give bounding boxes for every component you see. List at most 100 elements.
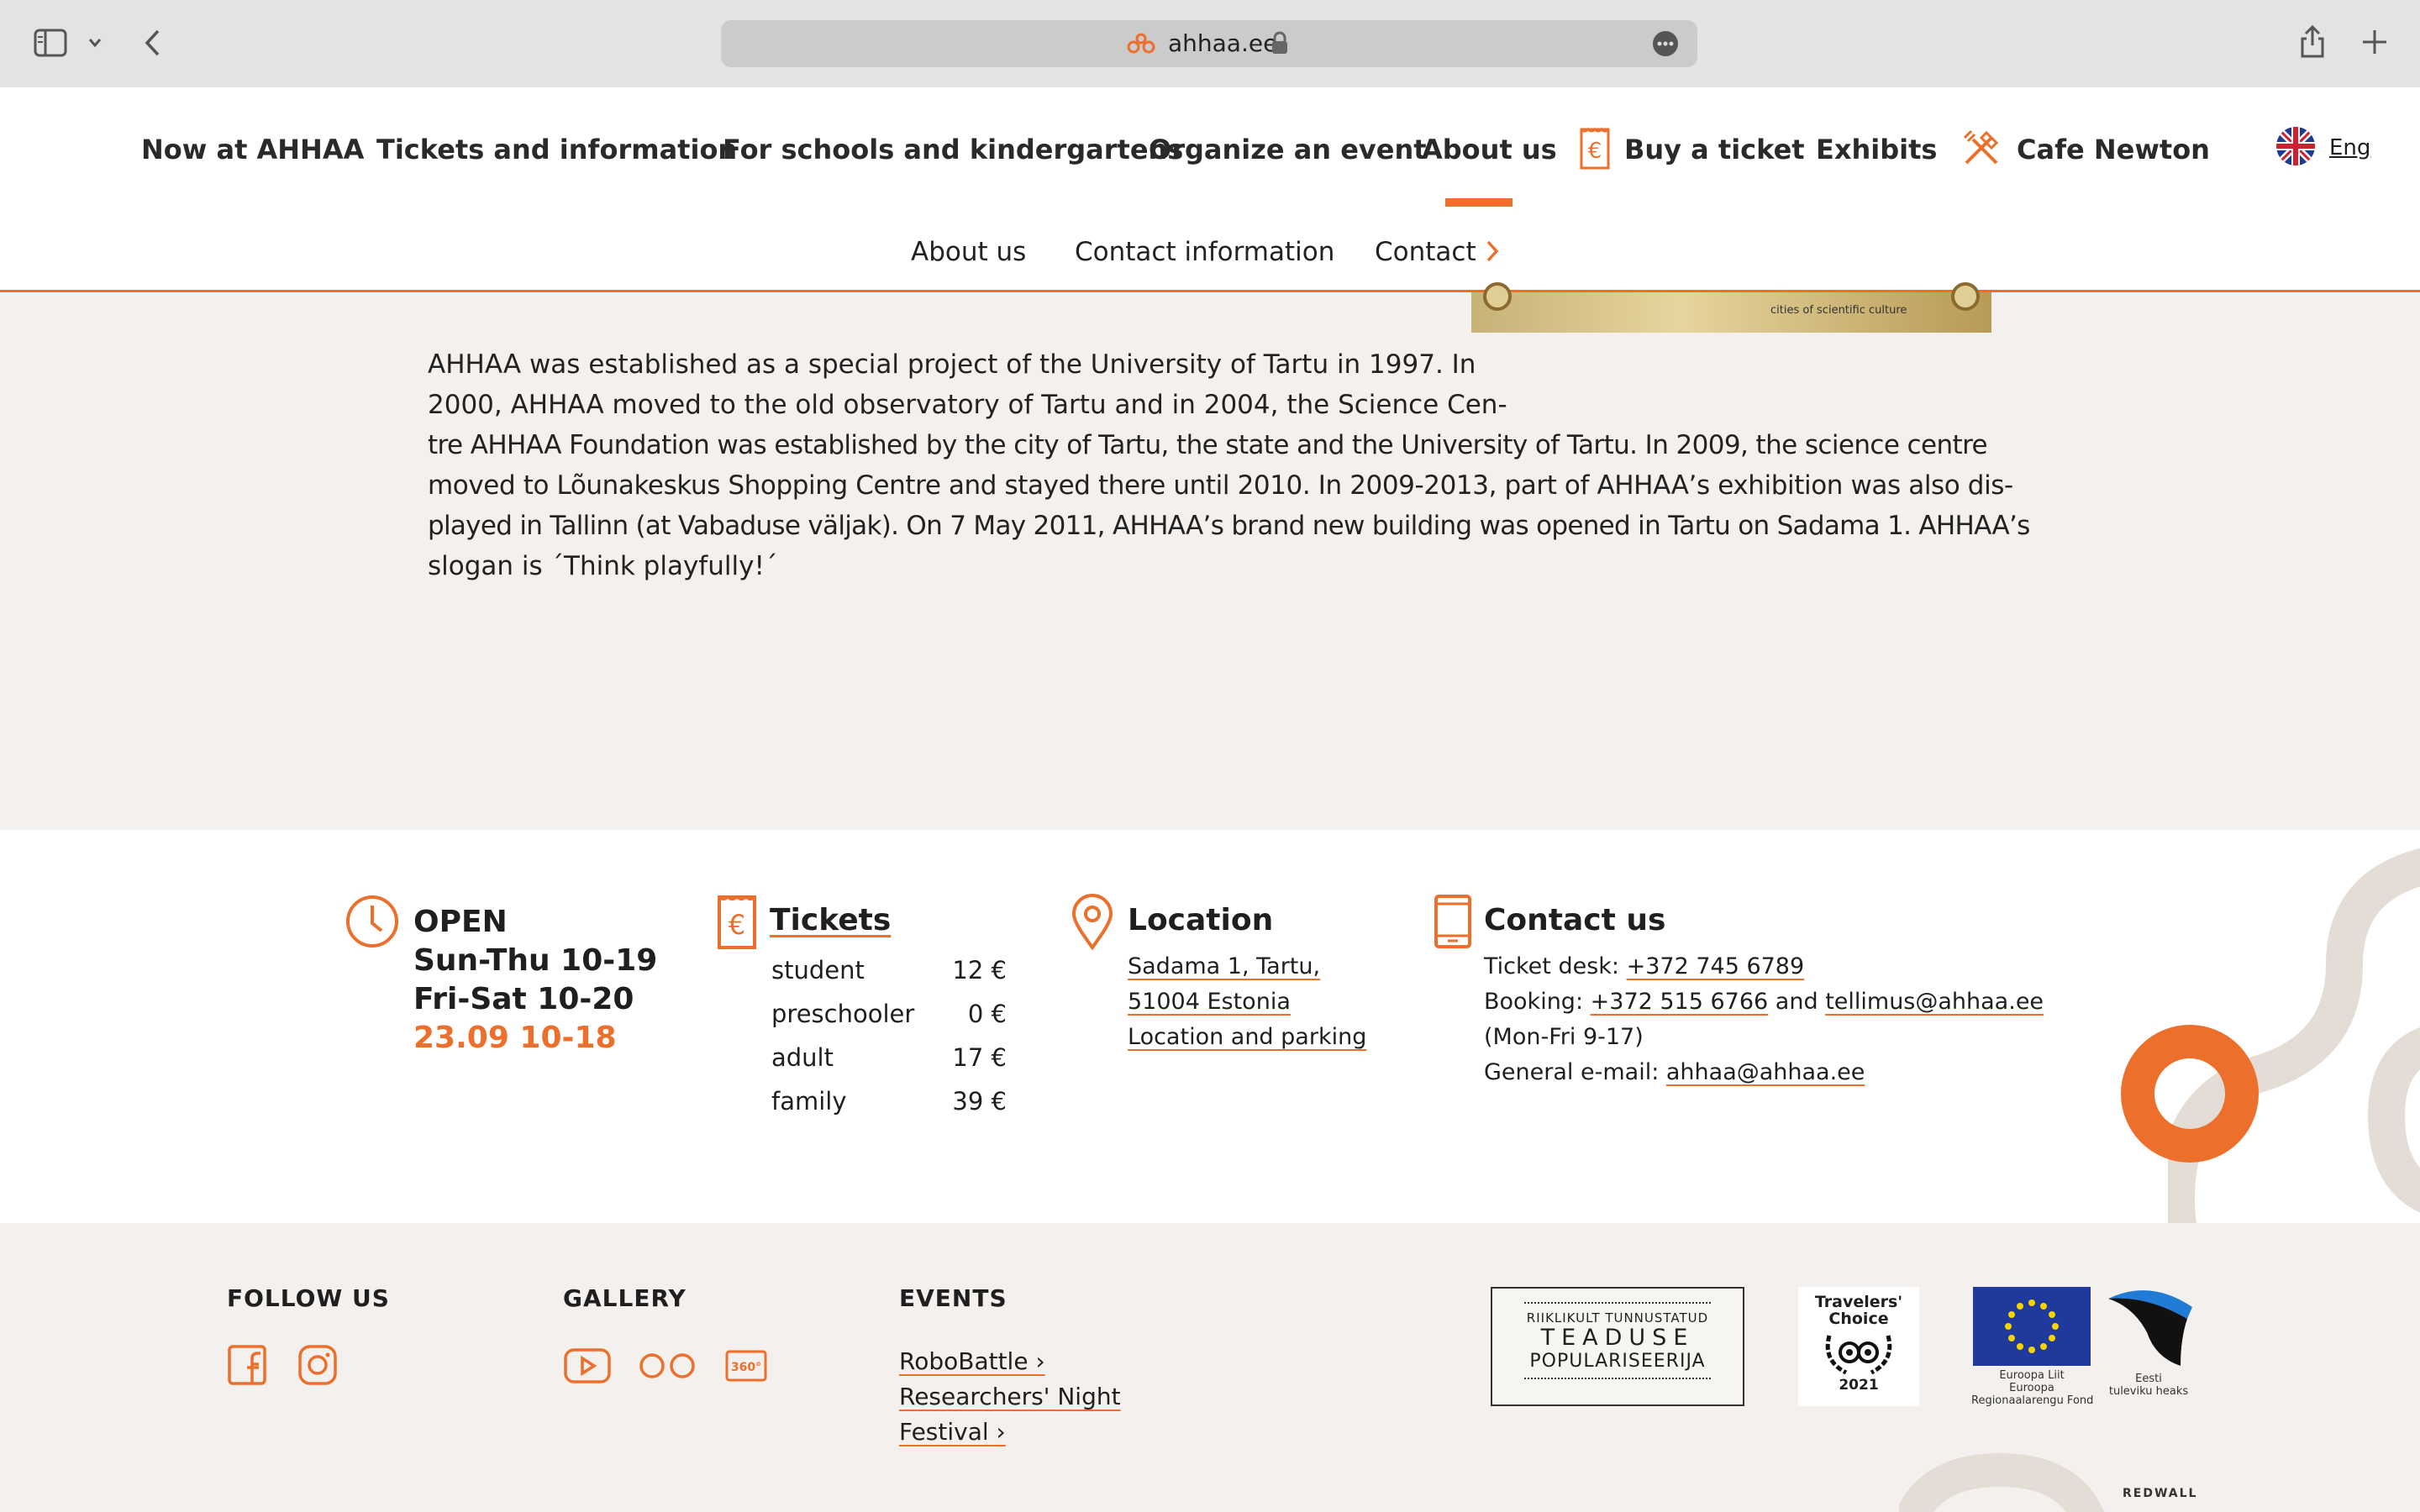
ticket-label: preschooler [771,1000,915,1028]
paragraph-line: 2000, AHHAA moved to the old observatory… [428,390,1507,420]
location-pin-icon [1071,894,1113,951]
ticket-price: 0 € [967,1000,1007,1028]
ticket-price: 12 € [952,956,1007,984]
eu-flag-icon [1973,1287,2091,1366]
sidebar-toggle-icon[interactable] [34,29,67,57]
address-line-2[interactable]: 51004 Estonia [1128,984,1291,1020]
travelers-choice-badge[interactable]: Travelers' Choice 2021 [1798,1287,1919,1406]
credit-text: REDWALL [2123,1487,2198,1500]
ticket-desk-phone-link[interactable]: +372 745 6789 [1627,953,1805,979]
decorative-wave-footer [1899,1452,2105,1512]
ticket-desk-label: Ticket desk: [1484,953,1627,979]
ticket-price-list: student 12 € preschooler 0 € adult 17 € fam… [771,953,1007,1127]
eu-line-1: Euroopa Liit [1999,1369,2065,1382]
location-and-parking-link[interactable]: Location and parking [1128,1020,1366,1055]
subnav-contact[interactable]: Contact [1375,235,1476,269]
ticket-label: family [771,1087,847,1116]
chevron-down-icon[interactable] [87,37,103,49]
open-hours-fri-sat: Fri-Sat 10-20 [413,982,634,1016]
events-heading: EVENTS [899,1284,1007,1312]
booking-email-link[interactable]: tellimus@ahhaa.ee [1825,989,2044,1015]
tripadvisor-owl-icon [1825,1335,1892,1375]
youtube-icon[interactable] [563,1347,612,1384]
banner-caption: cities of scientific culture [1770,304,1907,317]
ticket-price: 17 € [952,1043,1007,1072]
and-text: and [1768,989,1826,1015]
paragraph-line: played in Tallinn (at Vabaduse väljak). … [428,511,2030,541]
address-line-1[interactable]: Sadama 1, Tartu, [1128,949,1320,984]
ee-line-2: tuleviku heaks [2108,1385,2189,1398]
badge-line-2: TEADUSE [1540,1325,1695,1351]
ticket-row: student 12 € [771,953,1007,996]
nav-organize-event[interactable]: Organize an event [1149,133,1427,166]
tickets-link[interactable]: Tickets [770,902,891,939]
svg-text:€: € [1588,139,1602,164]
general-email-line: General e-mail: ahhaa@ahhaa.ee [1484,1055,1865,1090]
svg-text:€: € [729,909,745,941]
cafe-utensils-icon [1963,129,1999,165]
paragraph-line: slogan is ´Think playfully!´ [428,551,778,581]
ticket-row: preschooler 0 € [771,996,1007,1040]
ticket-row: family 39 € [771,1084,1007,1127]
open-special-date: 23.09 10-18 [413,1021,617,1055]
location-title: Location [1128,903,1274,937]
ticket-price: 39 € [952,1087,1007,1116]
phone-icon [1434,895,1471,948]
subnav-about-us[interactable]: About us [911,235,1026,269]
badge-line-3: POPULARISEERIJA [1529,1351,1706,1372]
event-link-festival[interactable]: Festival › [899,1418,1006,1446]
ticket-label: adult [771,1043,834,1072]
more-options-icon[interactable] [1652,30,1679,57]
nav-about-us[interactable]: About us [1422,133,1557,166]
clock-icon [346,895,398,948]
open-hours-sun-thu: Sun-Thu 10-19 [413,943,658,978]
tc-line-1: Travelers' [1814,1293,1903,1311]
about-paragraph: AHHAA was established as a special proje… [428,344,2030,586]
eu-line-3: Regionaalarengu Fond [1971,1394,2094,1407]
nav-active-indicator [1445,198,1512,207]
lock-icon [1272,31,1287,54]
tc-line-2: Choice [1828,1310,1889,1328]
events-list: RoboBattle › Researchers' Night Festival… [899,1344,1121,1450]
chevron-right-icon[interactable] [1484,239,1501,264]
ticket-label: student [771,956,865,984]
booking-phone-link[interactable]: +372 515 6766 [1591,989,1769,1015]
new-tab-icon[interactable] [2361,29,2388,55]
nav-for-schools[interactable]: For schools and kindergartens [723,133,1183,166]
share-icon[interactable] [2299,24,2326,59]
event-link-researchers-night[interactable]: Researchers' Night [899,1383,1121,1410]
booking-line: Booking: +372 515 6766 and tellimus@ahha… [1484,984,2044,1020]
ee-line-1: Eesti [2135,1373,2162,1385]
paragraph-line: moved to Lõunakeskus Shopping Centre and… [428,470,2013,501]
badge-line-1: RIIKLIKULT TUNNUSTATUD [1526,1310,1709,1326]
estonian-flag-swoosh-icon [2108,1290,2192,1366]
flickr-icon[interactable] [639,1351,696,1381]
uk-flag-icon[interactable] [2275,126,2316,166]
event-link-robobattle[interactable]: RoboBattle › [899,1347,1045,1375]
ticket-desk-line: Ticket desk: +372 745 6789 [1484,949,1804,984]
open-title: OPEN [413,905,508,939]
url-text[interactable]: ahhaa.ee [1168,29,1277,59]
science-popularizer-badge[interactable]: RIIKLIKULT TUNNUSTATUD TEADUSE POPULARIS… [1491,1287,1744,1406]
instagram-icon[interactable] [297,1344,338,1386]
nav-exhibits[interactable]: Exhibits [1816,133,1937,166]
booking-hours: (Mon-Fri 9-17) [1484,1024,1644,1050]
facebook-icon[interactable] [227,1344,267,1386]
svg-text:360°: 360° [731,1361,761,1374]
nav-cafe-newton[interactable]: Cafe Newton [2017,133,2210,166]
ticket-icon: € [718,895,756,949]
360-view-icon[interactable]: 360° [724,1349,768,1383]
follow-us-heading: FOLLOW US [227,1284,390,1312]
site-favicon [1127,33,1155,54]
estonia-future-badge: Eesti tuleviku heaks [2099,1285,2198,1398]
subnav-contact-information[interactable]: Contact information [1075,235,1334,269]
nav-buy-a-ticket[interactable]: Buy a ticket [1624,133,1805,166]
nav-tickets-and-information[interactable]: Tickets and information [376,133,737,166]
back-icon[interactable] [143,29,163,57]
ticket-icon: € [1580,127,1610,170]
gallery-heading: GALLERY [563,1284,687,1312]
language-switch[interactable]: Eng [2329,134,2370,161]
paragraph-line: AHHAA was established as a special proje… [428,349,1476,380]
nav-now-at-ahhaa[interactable]: Now at AHHAA [141,133,364,166]
general-email-link[interactable]: ahhaa@ahhaa.ee [1666,1059,1865,1085]
